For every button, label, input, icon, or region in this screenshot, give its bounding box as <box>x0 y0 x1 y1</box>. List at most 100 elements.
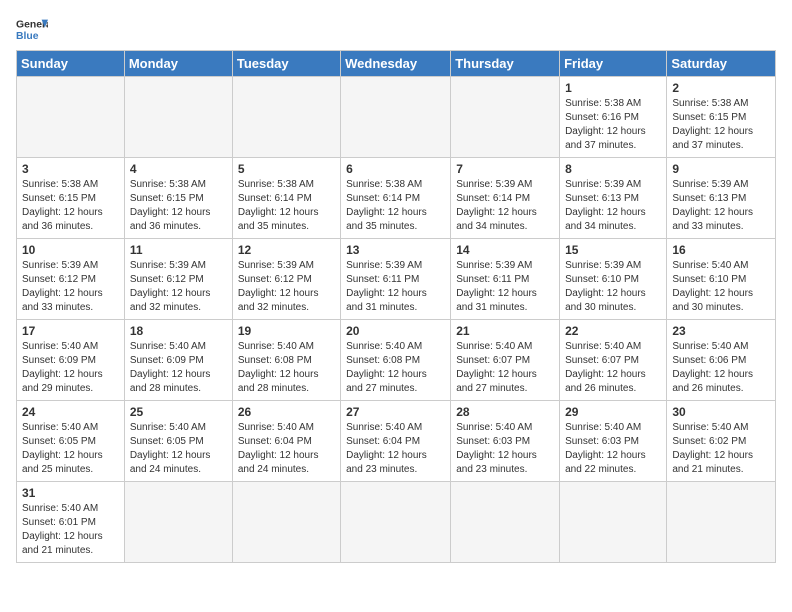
day-number: 4 <box>130 162 227 176</box>
day-info: Sunrise: 5:40 AM Sunset: 6:08 PM Dayligh… <box>238 340 335 396</box>
day-info: Sunrise: 5:38 AM Sunset: 6:16 PM Dayligh… <box>565 97 661 153</box>
day-number: 10 <box>22 243 119 257</box>
svg-text:Blue: Blue <box>16 31 39 42</box>
calendar-cell: 8 Sunrise: 5:39 AM Sunset: 6:13 PM Daylig… <box>560 158 667 239</box>
calendar-cell <box>451 482 560 563</box>
day-number: 11 <box>130 243 227 257</box>
calendar-cell <box>667 482 776 563</box>
calendar-cell <box>17 77 125 158</box>
day-number: 5 <box>238 162 335 176</box>
day-number: 14 <box>456 243 554 257</box>
calendar-week-row: 17 Sunrise: 5:40 AM Sunset: 6:09 PM Dayli… <box>17 320 776 401</box>
calendar-header-thursday: Thursday <box>451 51 560 77</box>
calendar-week-row: 24 Sunrise: 5:40 AM Sunset: 6:05 PM Dayli… <box>17 401 776 482</box>
day-info: Sunrise: 5:40 AM Sunset: 6:09 PM Dayligh… <box>22 340 119 396</box>
calendar-cell: 16 Sunrise: 5:40 AM Sunset: 6:10 PM Dayli… <box>667 239 776 320</box>
day-info: Sunrise: 5:39 AM Sunset: 6:10 PM Dayligh… <box>565 259 661 315</box>
calendar-cell <box>341 482 451 563</box>
calendar-week-row: 1 Sunrise: 5:38 AM Sunset: 6:16 PM Daylig… <box>17 77 776 158</box>
day-info: Sunrise: 5:39 AM Sunset: 6:12 PM Dayligh… <box>130 259 227 315</box>
calendar-cell: 31 Sunrise: 5:40 AM Sunset: 6:01 PM Dayli… <box>17 482 125 563</box>
day-number: 18 <box>130 324 227 338</box>
calendar-cell: 23Sunrise: 5:40 AM Sunset: 6:06 PM Dayli… <box>667 320 776 401</box>
day-number: 20 <box>346 324 445 338</box>
day-info: Sunrise: 5:39 AM Sunset: 6:12 PM Dayligh… <box>238 259 335 315</box>
calendar-cell: 28Sunrise: 5:40 AM Sunset: 6:03 PM Dayli… <box>451 401 560 482</box>
day-info: Sunrise: 5:40 AM Sunset: 6:02 PM Dayligh… <box>672 421 770 477</box>
calendar-cell <box>232 482 340 563</box>
day-number: 1 <box>565 81 661 95</box>
calendar-cell: 13 Sunrise: 5:39 AM Sunset: 6:11 PM Dayli… <box>341 239 451 320</box>
day-number: 7 <box>456 162 554 176</box>
day-number: 8 <box>565 162 661 176</box>
day-number: 21 <box>456 324 554 338</box>
day-number: 12 <box>238 243 335 257</box>
day-number: 13 <box>346 243 445 257</box>
calendar-cell: 12 Sunrise: 5:39 AM Sunset: 6:12 PM Dayli… <box>232 239 340 320</box>
day-info: Sunrise: 5:40 AM Sunset: 6:08 PM Dayligh… <box>346 340 445 396</box>
day-info: Sunrise: 5:38 AM Sunset: 6:15 PM Dayligh… <box>22 178 119 234</box>
day-number: 31 <box>22 486 119 500</box>
calendar-header-wednesday: Wednesday <box>341 51 451 77</box>
calendar-cell <box>560 482 667 563</box>
day-info: Sunrise: 5:39 AM Sunset: 6:14 PM Dayligh… <box>456 178 554 234</box>
day-info: Sunrise: 5:38 AM Sunset: 6:15 PM Dayligh… <box>672 97 770 153</box>
day-info: Sunrise: 5:40 AM Sunset: 6:04 PM Dayligh… <box>346 421 445 477</box>
day-info: Sunrise: 5:39 AM Sunset: 6:13 PM Dayligh… <box>672 178 770 234</box>
day-number: 23 <box>672 324 770 338</box>
calendar-cell: 26Sunrise: 5:40 AM Sunset: 6:04 PM Dayli… <box>232 401 340 482</box>
day-info: Sunrise: 5:40 AM Sunset: 6:05 PM Dayligh… <box>130 421 227 477</box>
calendar-header-tuesday: Tuesday <box>232 51 340 77</box>
day-info: Sunrise: 5:38 AM Sunset: 6:14 PM Dayligh… <box>346 178 445 234</box>
calendar-cell: 9Sunrise: 5:39 AM Sunset: 6:13 PM Daylig… <box>667 158 776 239</box>
calendar-cell: 4 Sunrise: 5:38 AM Sunset: 6:15 PM Daylig… <box>124 158 232 239</box>
calendar-cell: 19 Sunrise: 5:40 AM Sunset: 6:08 PM Dayli… <box>232 320 340 401</box>
calendar-cell: 6Sunrise: 5:38 AM Sunset: 6:14 PM Daylig… <box>341 158 451 239</box>
calendar-cell: 18 Sunrise: 5:40 AM Sunset: 6:09 PM Dayli… <box>124 320 232 401</box>
calendar-cell: 10Sunrise: 5:39 AM Sunset: 6:12 PM Dayli… <box>17 239 125 320</box>
day-number: 2 <box>672 81 770 95</box>
day-info: Sunrise: 5:39 AM Sunset: 6:13 PM Dayligh… <box>565 178 661 234</box>
day-info: Sunrise: 5:40 AM Sunset: 6:10 PM Dayligh… <box>672 259 770 315</box>
calendar-cell: 20 Sunrise: 5:40 AM Sunset: 6:08 PM Dayli… <box>341 320 451 401</box>
calendar-cell <box>232 77 340 158</box>
calendar-header-friday: Friday <box>560 51 667 77</box>
calendar-cell: 30 Sunrise: 5:40 AM Sunset: 6:02 PM Dayli… <box>667 401 776 482</box>
calendar-cell <box>341 77 451 158</box>
day-number: 17 <box>22 324 119 338</box>
day-info: Sunrise: 5:39 AM Sunset: 6:11 PM Dayligh… <box>346 259 445 315</box>
calendar-cell: 2 Sunrise: 5:38 AM Sunset: 6:15 PM Daylig… <box>667 77 776 158</box>
day-info: Sunrise: 5:39 AM Sunset: 6:11 PM Dayligh… <box>456 259 554 315</box>
day-number: 24 <box>22 405 119 419</box>
calendar-week-row: 3Sunrise: 5:38 AM Sunset: 6:15 PM Daylig… <box>17 158 776 239</box>
day-number: 25 <box>130 405 227 419</box>
calendar-cell: 5 Sunrise: 5:38 AM Sunset: 6:14 PM Daylig… <box>232 158 340 239</box>
calendar-cell <box>124 482 232 563</box>
day-number: 19 <box>238 324 335 338</box>
day-info: Sunrise: 5:40 AM Sunset: 6:03 PM Dayligh… <box>456 421 554 477</box>
calendar-week-row: 31 Sunrise: 5:40 AM Sunset: 6:01 PM Dayli… <box>17 482 776 563</box>
day-info: Sunrise: 5:40 AM Sunset: 6:07 PM Dayligh… <box>565 340 661 396</box>
calendar-week-row: 10 Sunrise: 5:39 AM Sunset: 6:12 PM Dayli… <box>17 239 776 320</box>
day-info: Sunrise: 5:40 AM Sunset: 6:01 PM Dayligh… <box>22 502 119 558</box>
calendar-cell <box>451 77 560 158</box>
day-number: 15 <box>565 243 661 257</box>
calendar-cell: 29Sunrise: 5:40 AM Sunset: 6:03 PM Dayli… <box>560 401 667 482</box>
day-info: Sunrise: 5:38 AM Sunset: 6:14 PM Dayligh… <box>238 178 335 234</box>
calendar-cell: 1 Sunrise: 5:38 AM Sunset: 6:16 PM Daylig… <box>560 77 667 158</box>
generalblue-logo-icon: General Blue <box>16 16 48 44</box>
calendar-cell: 21Sunrise: 5:40 AM Sunset: 6:07 PM Dayli… <box>451 320 560 401</box>
calendar-header-sunday: Sunday <box>17 51 125 77</box>
calendar-cell: 3Sunrise: 5:38 AM Sunset: 6:15 PM Daylig… <box>17 158 125 239</box>
day-info: Sunrise: 5:40 AM Sunset: 6:09 PM Dayligh… <box>130 340 227 396</box>
day-number: 27 <box>346 405 445 419</box>
calendar-cell: 15 Sunrise: 5:39 AM Sunset: 6:10 PM Dayli… <box>560 239 667 320</box>
day-number: 30 <box>672 405 770 419</box>
day-info: Sunrise: 5:40 AM Sunset: 6:03 PM Dayligh… <box>565 421 661 477</box>
calendar-cell <box>124 77 232 158</box>
calendar-cell: 11 Sunrise: 5:39 AM Sunset: 6:12 PM Dayli… <box>124 239 232 320</box>
day-info: Sunrise: 5:38 AM Sunset: 6:15 PM Dayligh… <box>130 178 227 234</box>
day-number: 16 <box>672 243 770 257</box>
calendar-cell: 22Sunrise: 5:40 AM Sunset: 6:07 PM Dayli… <box>560 320 667 401</box>
logo: General Blue <box>16 16 48 44</box>
